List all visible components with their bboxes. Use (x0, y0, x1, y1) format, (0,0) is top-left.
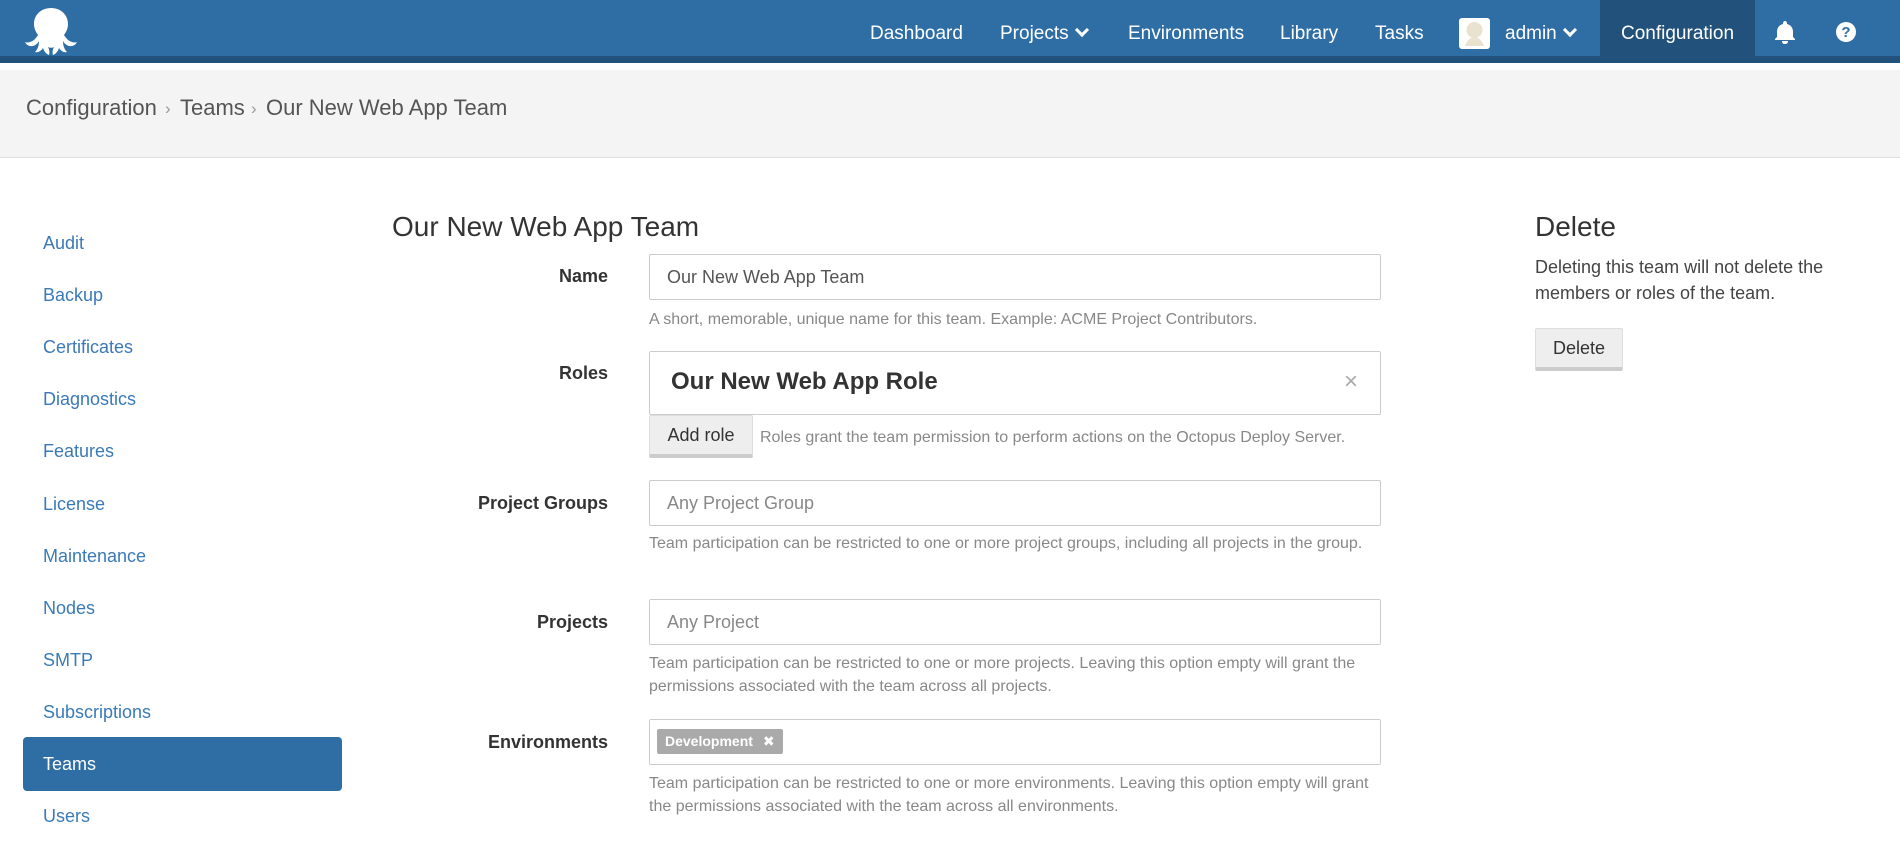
add-role-button[interactable]: Add role (649, 415, 753, 458)
top-navbar: Dashboard Projects Environments Library … (0, 0, 1900, 63)
user-avatar-icon (1465, 22, 1484, 46)
page-title: Our New Web App Team (392, 211, 700, 242)
environment-tag: Development ✖ (657, 729, 783, 754)
nav-dashboard[interactable]: Dashboard (870, 0, 963, 63)
help-icon: ? (1836, 21, 1856, 42)
role-name[interactable]: Our New Web App Role (671, 368, 938, 396)
nav-user-menu[interactable]: admin (1505, 0, 1577, 63)
name-label: Name (558, 266, 608, 286)
project-groups-field[interactable]: Any Project Group (649, 480, 1381, 526)
nav-projects[interactable]: Projects (1000, 0, 1089, 63)
projects-field[interactable]: Any Project (649, 599, 1381, 645)
octopus-logo-icon[interactable] (24, 6, 78, 58)
bell-icon (1775, 20, 1795, 44)
nav-projects-label: Projects (1000, 23, 1069, 44)
nav-library[interactable]: Library (1280, 0, 1338, 63)
notifications-button[interactable] (1767, 0, 1803, 63)
sidebar-item-maintenance[interactable]: Maintenance (23, 529, 342, 583)
sidebar-item-audit[interactable]: Audit (23, 216, 342, 270)
sidebar-item-smtp[interactable]: SMTP (23, 633, 342, 687)
nav-environments[interactable]: Environments (1128, 0, 1244, 63)
sidebar-item-subscriptions[interactable]: Subscriptions (23, 685, 342, 739)
project-groups-label: Project Groups (477, 493, 608, 513)
projects-help-text: Team participation can be restricted to … (649, 655, 1356, 695)
delete-description: Deleting this team will not delete the m… (1535, 257, 1824, 303)
sidebar-item-backup[interactable]: Backup (23, 268, 342, 322)
help-button[interactable]: ? (1828, 0, 1864, 63)
environment-tag-label: Development (665, 733, 753, 749)
sidebar-item-teams[interactable]: Teams (23, 737, 342, 791)
name-help-text: A short, memorable, unique name for this… (649, 311, 1258, 328)
breadcrumb-configuration[interactable]: Configuration (26, 95, 157, 121)
breadcrumb-separator: › (165, 99, 171, 118)
environments-help-text: Team participation can be restricted to … (649, 775, 1369, 815)
sidebar-item-nodes[interactable]: Nodes (23, 581, 342, 635)
nav-user-label: admin (1505, 23, 1557, 44)
remove-role-icon[interactable]: × (1344, 368, 1358, 396)
projects-label: Projects (536, 612, 608, 632)
delete-title: Delete (1535, 211, 1616, 242)
name-field[interactable]: Our New Web App Team (649, 254, 1381, 300)
tag-remove-icon[interactable]: ✖ (763, 733, 775, 749)
project-groups-help-text: Team participation can be restricted to … (649, 535, 1363, 552)
breadcrumb-separator: › (251, 99, 257, 118)
sidebar-item-features[interactable]: Features (23, 424, 342, 478)
roles-label: Roles (558, 363, 608, 383)
chevron-down-icon (1074, 22, 1089, 38)
delete-button[interactable]: Delete (1535, 328, 1623, 371)
sidebar-item-diagnostics[interactable]: Diagnostics (23, 372, 342, 426)
nav-tasks[interactable]: Tasks (1375, 0, 1424, 63)
breadcrumb-teams[interactable]: Teams (180, 95, 245, 121)
nav-configuration[interactable]: Configuration (1600, 0, 1756, 63)
avatar[interactable] (1459, 18, 1490, 49)
roles-help-text: Roles grant the team permission to perfo… (760, 429, 1346, 446)
role-card: Our New Web App Role × (649, 351, 1381, 415)
sidebar-item-license[interactable]: License (23, 477, 342, 531)
svg-text:?: ? (1841, 24, 1850, 41)
breadcrumb-current: Our New Web App Team (266, 95, 508, 120)
environments-label: Environments (487, 732, 608, 752)
sidebar-item-certificates[interactable]: Certificates (23, 320, 342, 374)
chevron-down-icon (1562, 22, 1577, 38)
